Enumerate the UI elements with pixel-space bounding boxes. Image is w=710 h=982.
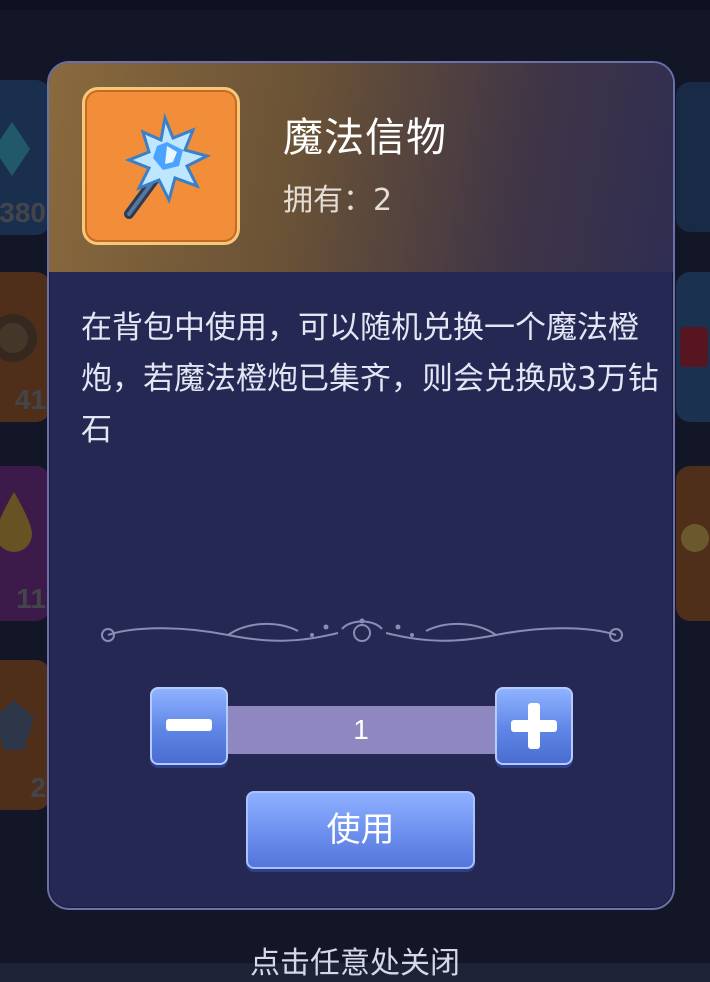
crystal-wand-icon [124,112,212,219]
owned-label: 拥有： [283,183,373,218]
minus-icon [166,719,212,731]
item-icon-frame [82,87,240,245]
dialog-header: 魔法信物 拥有：2 [49,63,673,272]
quantity-value[interactable]: 1 [216,706,506,754]
ornament-divider [101,618,623,642]
item-name: 魔法信物 [283,115,447,161]
decrease-button[interactable] [150,687,228,765]
quantity-stepper: 1 [150,687,573,765]
owned-value: 2 [373,183,393,218]
plus-icon [511,703,557,749]
tap-to-close-hint: 点击任意处关闭 [250,946,460,981]
item-description: 在背包中使用，可以随机兑换一个魔法橙炮，若魔法橙炮已集齐，则会兑换成3万钻石 [81,310,659,448]
owned-count: 拥有：2 [283,175,392,219]
increase-button[interactable] [495,687,573,765]
use-button[interactable]: 使用 [246,791,475,869]
item-detail-dialog: 魔法信物 拥有：2 在背包中使用，可以随机兑换一个魔法橙炮，若魔法橙炮已集齐，则… [47,61,675,910]
